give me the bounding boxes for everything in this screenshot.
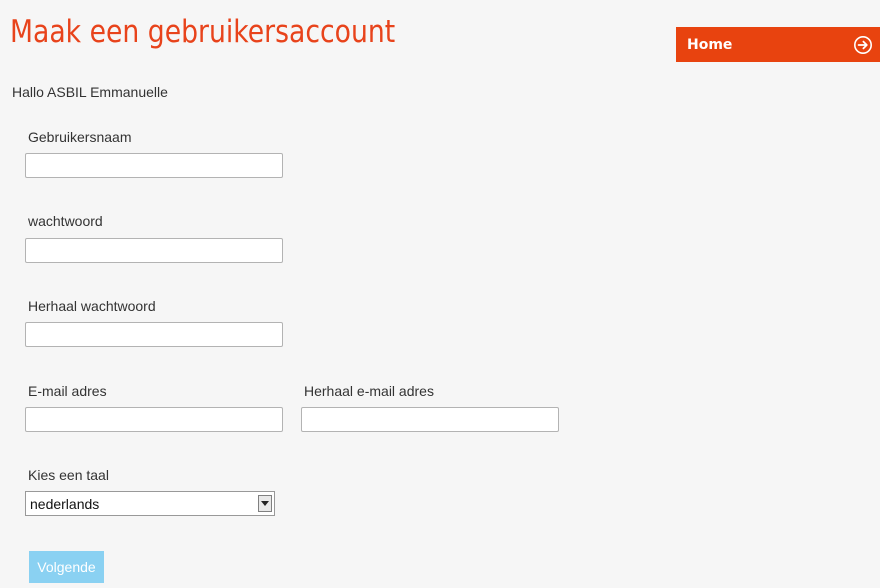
home-label: Home bbox=[687, 36, 733, 53]
password-label: wachtwoord bbox=[28, 213, 103, 229]
repeat-password-label: Herhaal wachtwoord bbox=[28, 298, 156, 314]
page-title: Maak een gebruikersaccount bbox=[10, 14, 396, 50]
language-select[interactable]: nederlands bbox=[25, 491, 275, 516]
greeting-text: Hallo ASBIL Emmanuelle bbox=[12, 84, 168, 100]
next-button[interactable]: Volgende bbox=[29, 551, 104, 583]
language-label: Kies een taal bbox=[28, 467, 109, 483]
repeat-email-label: Herhaal e-mail adres bbox=[304, 383, 434, 399]
email-input[interactable] bbox=[25, 407, 283, 432]
chevron-down-icon bbox=[261, 500, 269, 506]
username-label: Gebruikersnaam bbox=[28, 129, 132, 145]
arrow-circle-right-icon bbox=[854, 35, 872, 54]
create-account-page: Maak een gebruikersaccount Home Hallo AS… bbox=[0, 0, 880, 588]
home-button[interactable]: Home bbox=[676, 27, 880, 62]
language-select-value: nederlands bbox=[30, 495, 100, 512]
repeat-email-input[interactable] bbox=[301, 407, 559, 432]
username-input[interactable] bbox=[25, 153, 283, 178]
select-arrow-button[interactable] bbox=[258, 495, 272, 512]
password-input[interactable] bbox=[25, 238, 283, 263]
repeat-password-input[interactable] bbox=[25, 322, 283, 347]
email-label: E-mail adres bbox=[28, 383, 107, 399]
